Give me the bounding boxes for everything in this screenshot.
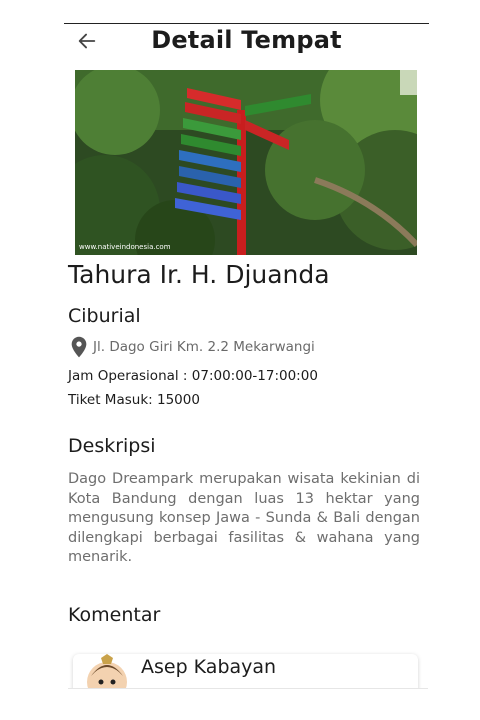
bottom-edge [0,688,480,720]
app-header: Detail Tempat [64,24,429,62]
place-photo: www.nativeindonesia.com [75,70,417,255]
image-watermark: www.nativeindonesia.com [79,243,171,251]
comment-author: Asep Kabayan [141,656,277,678]
comments-heading: Komentar [68,604,161,626]
place-city: Ciburial [68,305,141,327]
address-row: Jl. Dago Giri Km. 2.2 Mekarwangi [70,336,315,358]
ticket-price: Tiket Masuk: 15000 [68,392,200,408]
opening-hours: Jam Operasional : 07:00:00-17:00:00 [68,368,318,384]
bottom-divider [68,688,428,689]
description-heading: Deskripsi [68,435,156,457]
page-title: Detail Tempat [151,26,342,54]
place-name: Tahura Ir. H. Djuanda [68,260,330,289]
place-address: Jl. Dago Giri Km. 2.2 Mekarwangi [93,339,315,355]
location-pin-icon [71,336,87,358]
description-text: Dago Dreampark merupakan wisata kekinian… [68,471,420,565]
